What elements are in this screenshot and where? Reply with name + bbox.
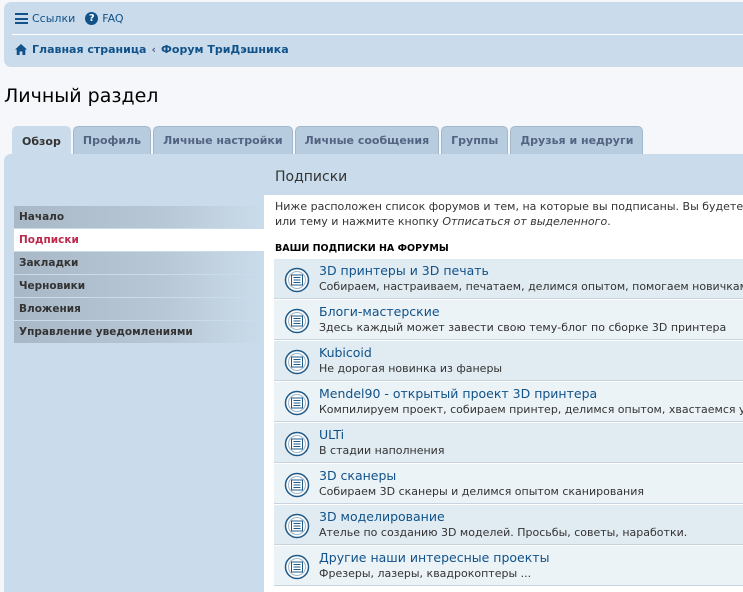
forum-read-icon — [284, 513, 310, 539]
forum-description: Собираем, настраиваем, печатаем, делимся… — [319, 280, 743, 293]
sidebar-item-drafts[interactable]: Черновики — [14, 275, 264, 297]
navbar-divider — [12, 34, 743, 35]
forum-description: Собираем 3D сканеры и делимся опытом ска… — [319, 485, 645, 498]
forum-description: Здесь каждый может завести свою тему-бло… — [319, 321, 727, 334]
section-title: Подписки — [275, 169, 348, 185]
forum-row[interactable]: Другие наши интересные проекты Фрезеры, л… — [274, 545, 743, 586]
tab-preferences[interactable]: Личные настройки — [153, 126, 293, 154]
tab-profile[interactable]: Профиль — [72, 126, 152, 154]
forum-title-link[interactable]: Mendel90 - открытый проект 3D принтера — [319, 385, 743, 403]
forum-row[interactable]: Mendel90 - открытый проект 3D принтера Ко… — [274, 381, 743, 422]
forum-title-link[interactable]: ULTi — [319, 426, 444, 444]
home-icon — [15, 44, 27, 55]
forum-read-icon — [284, 349, 310, 375]
forum-read-icon — [284, 472, 310, 498]
forum-title-link[interactable]: Блоги-мастерские — [319, 303, 726, 321]
forum-row[interactable]: Kubicoid Не дорогая новинка из фанеры — [274, 340, 743, 381]
forum-description: В стадии наполнения — [319, 444, 445, 457]
forum-read-icon — [284, 431, 310, 457]
forum-read-icon — [284, 390, 310, 416]
faq-link[interactable]: ? FAQ — [85, 12, 124, 25]
sidebar-item-notifications[interactable]: Управление уведомлениями — [14, 321, 264, 343]
intro-line-2-prefix: или тему и нажмите кнопку — [275, 215, 443, 228]
forum-description: Ателье по созданию 3D моделей. Просьбы, … — [319, 526, 688, 539]
forum-read-icon — [284, 308, 310, 334]
forum-description: Фрезеры, лазеры, квадрокоптеры ... — [319, 567, 532, 580]
intro-line-2-emphasis: Отписаться от выделенного — [442, 215, 608, 228]
sidebar-item-bookmarks[interactable]: Закладки — [14, 252, 264, 274]
forum-title-link[interactable]: Другие наши интересные проекты — [319, 549, 549, 567]
sidebar-item-subscriptions[interactable]: Подписки — [14, 229, 264, 251]
forum-row[interactable]: ULTi В стадии наполнения — [274, 422, 743, 463]
quicklinks-bar: Ссылки ? FAQ — [15, 12, 130, 25]
hamburger-icon — [15, 13, 28, 24]
tab-private-messages[interactable]: Личные сообщения — [294, 126, 440, 154]
forum-read-icon — [284, 267, 310, 293]
forum-row[interactable]: 3D моделирование Ателье по созданию 3D мо… — [274, 504, 743, 545]
sidebar-menu: Начало Подписки Закладки Черновики Вложе… — [14, 206, 264, 344]
forum-row[interactable]: 3D сканеры Собираем 3D сканеры и делимся … — [274, 463, 743, 504]
forum-row[interactable]: Блоги-мастерские Здесь каждый может завес… — [274, 299, 743, 340]
chevron-left-icon: ‹ — [151, 43, 156, 56]
intro-line-1: Ниже расположен список форумов и тем, на… — [275, 200, 743, 213]
intro-text: Ниже расположен список форумов и тем, на… — [275, 199, 743, 229]
sidebar-item-front-page[interactable]: Начало — [14, 206, 264, 228]
forum-list: 3D принтеры и 3D печать Собираем, настраи… — [274, 258, 743, 586]
forum-description: Не дорогая новинка из фанеры — [319, 362, 503, 375]
tab-overview[interactable]: Обзор — [12, 126, 71, 155]
faq-label: FAQ — [102, 12, 124, 25]
forum-title-link[interactable]: 3D принтеры и 3D печать — [319, 262, 743, 280]
forum-title-link[interactable]: 3D сканеры — [319, 467, 644, 485]
quicklinks-label: Ссылки — [32, 12, 76, 25]
forum-read-icon — [284, 554, 310, 580]
forum-title-link[interactable]: Kubicoid — [319, 344, 502, 362]
tab-friends-foes[interactable]: Друзья и недруги — [510, 126, 644, 154]
intro-line-2-suffix: . — [607, 215, 611, 228]
sidebar-item-attachments[interactable]: Вложения — [14, 298, 264, 320]
page-title: Личный раздел — [4, 85, 159, 107]
ucp-tabs: Обзор Профиль Личные настройки Личные со… — [12, 126, 644, 155]
question-circle-icon: ? — [85, 12, 99, 25]
breadcrumb: Главная страница ‹ Форум ТриДэшника — [15, 43, 289, 56]
forum-description: Компилируем проект, собираем принтер, де… — [319, 403, 743, 416]
forum-title-link[interactable]: 3D моделирование — [319, 508, 687, 526]
tab-groups[interactable]: Группы — [441, 126, 509, 154]
breadcrumb-home-link[interactable]: Главная страница — [32, 43, 146, 56]
quicklinks-menu-button[interactable]: Ссылки — [15, 12, 75, 25]
forum-row[interactable]: 3D принтеры и 3D печать Собираем, настраи… — [274, 258, 743, 299]
breadcrumb-forum-link[interactable]: Форум ТриДэшника — [161, 43, 289, 56]
forum-subscriptions-header: Ваши подписки на форумы — [275, 243, 449, 254]
